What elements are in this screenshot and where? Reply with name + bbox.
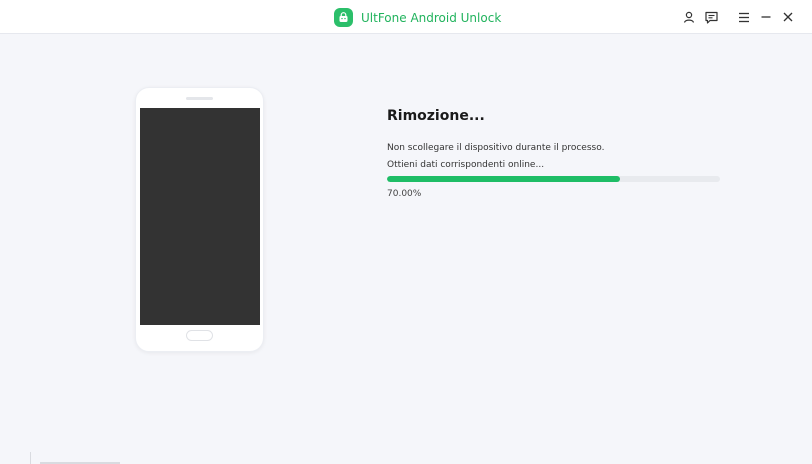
app-title: UltFone Android Unlock [361,10,502,25]
user-icon[interactable] [682,10,696,24]
current-step-text: Ottieni dati corrispondenti online... [387,160,545,170]
device-home-button [186,330,213,341]
android-logo-icon [334,8,353,27]
minimize-icon[interactable] [759,10,773,24]
disconnect-warning: Non scollegare il dispositivo durante il… [387,143,605,153]
bottom-divider [30,452,31,464]
menu-icon[interactable] [737,10,751,24]
progress-bar-fill [387,176,621,182]
device-speaker [186,97,213,100]
status-title: Rimozione... [387,108,485,124]
progress-bar [387,176,720,182]
feedback-icon[interactable] [704,10,718,24]
close-icon[interactable] [781,10,795,24]
progress-percent: 70.00% [387,189,422,199]
title-bar: UltFone Android Unlock [0,0,812,34]
removal-status-panel: Rimozione... Non scollegare il dispositi… [387,108,720,199]
brand: UltFone Android Unlock [334,8,501,27]
device-screen [140,108,260,325]
app-window: UltFone Android Unlock Rimozione... Non … [0,0,812,464]
device-illustration [135,87,264,352]
